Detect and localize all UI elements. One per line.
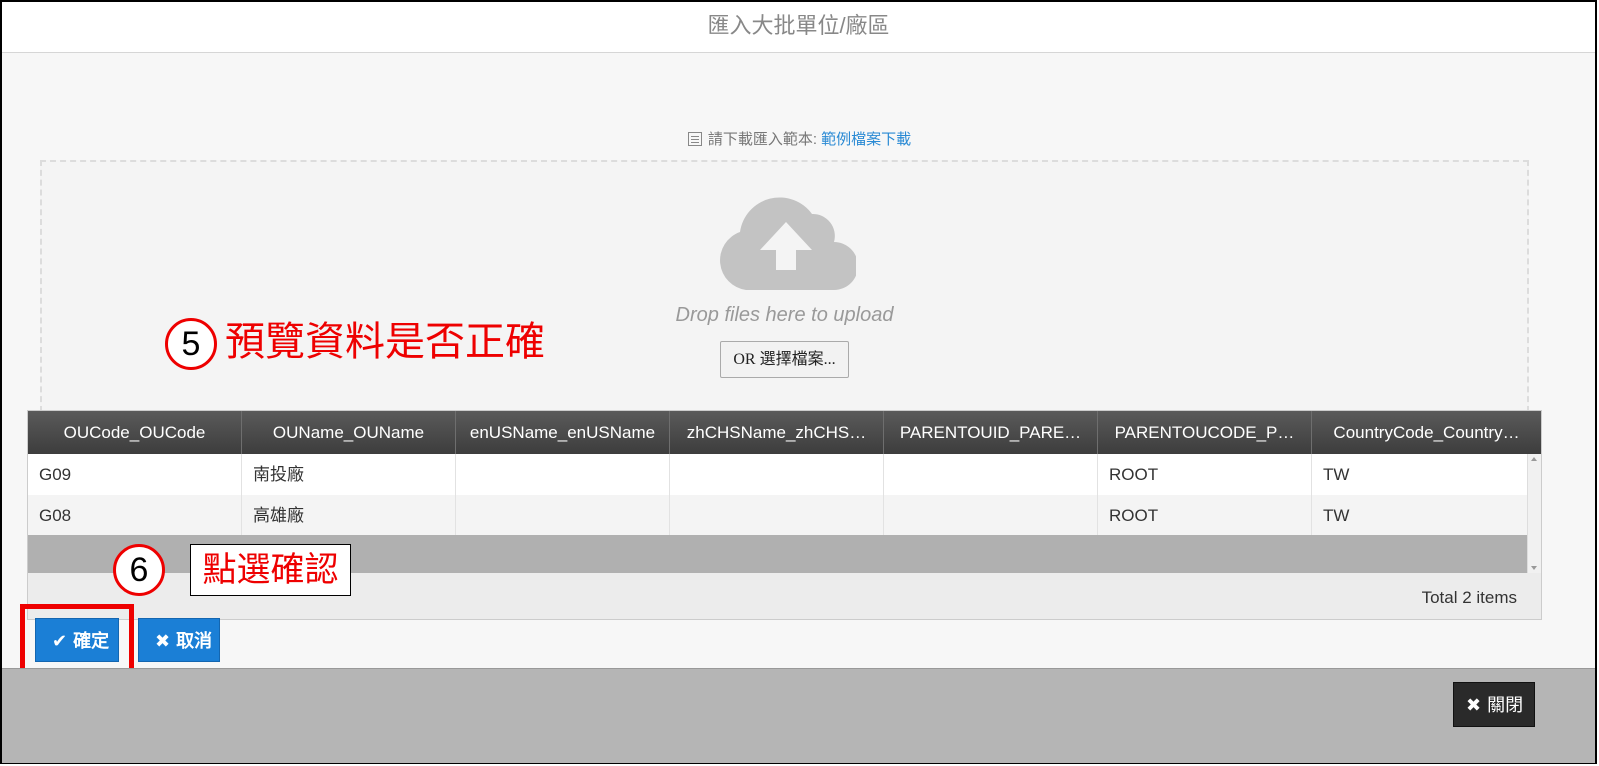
column-header-enusname[interactable]: enUSName_enUSName [456, 411, 670, 454]
scroll-up-icon[interactable] [1531, 457, 1537, 461]
annotation-step-5: 5 預覽資料是否正確 [165, 318, 545, 370]
cell-parentoucode: ROOT [1098, 454, 1312, 495]
column-header-oucode[interactable]: OUCode_OUCode [28, 411, 242, 454]
step-6-number: 6 [113, 544, 165, 596]
close-label: 關閉 [1487, 695, 1524, 715]
cell-parentouid [884, 454, 1098, 495]
template-download-link[interactable]: 範例檔案下載 [821, 131, 911, 148]
step-5-number: 5 [165, 318, 217, 370]
cell-parentoucode: ROOT [1098, 495, 1312, 536]
scroll-down-icon[interactable] [1531, 566, 1537, 570]
column-header-parentouid[interactable]: PARENTOUID_PARE… [884, 411, 1098, 454]
step-5-text: 預覽資料是否正確 [225, 320, 545, 364]
cell-enusname [456, 495, 670, 536]
cell-countrycode: TW [1323, 465, 1350, 484]
cell-zhchsname [670, 454, 884, 495]
table-row[interactable]: G08 高雄廠 ROOT TW [28, 495, 1527, 536]
column-header-ouname[interactable]: OUName_OUName [242, 411, 456, 454]
cancel-label: 取消 [176, 631, 213, 651]
cell-ouname: 南投廠 [242, 454, 456, 495]
cell-countrycode: TW [1323, 506, 1350, 525]
cell-oucode: G09 [28, 454, 242, 495]
cell-parentouid [884, 495, 1098, 536]
x-icon: ✖ [155, 631, 171, 651]
template-hint: 請下載匯入範本: 範例檔案下載 [0, 128, 1599, 149]
select-file-button[interactable]: OR 選擇檔案... [720, 341, 849, 378]
cell-zhchsname [670, 495, 884, 536]
step-6-text: 點選確認 [190, 544, 351, 596]
x-icon: ✖ [1466, 695, 1482, 715]
cell-ouname: 高雄廠 [242, 495, 456, 536]
grid-header: OUCode_OUCode OUName_OUName enUSName_enU… [28, 411, 1541, 454]
document-icon [687, 132, 702, 146]
cell-oucode: G08 [28, 495, 242, 536]
dialog-title: 匯入大批單位/廠區 [2, 2, 1595, 53]
template-hint-label: 請下載匯入範本: [707, 131, 818, 148]
table-row[interactable]: G09 南投廠 ROOT TW [28, 454, 1527, 495]
total-items: Total 2 items [1421, 588, 1517, 607]
cancel-button[interactable]: ✖ 取消 [138, 618, 220, 662]
cloud-upload-icon [720, 197, 856, 290]
grid-vertical-scrollbar[interactable] [1527, 454, 1541, 573]
dialog-footer-bar [2, 668, 1595, 763]
column-header-countrycode[interactable]: CountryCode_Country… [1312, 411, 1541, 454]
annotation-step-6: 6 點選確認 [113, 544, 351, 596]
close-button[interactable]: ✖ 關閉 [1453, 682, 1535, 727]
column-header-parentoucode[interactable]: PARENTOUCODE_P… [1098, 411, 1312, 454]
column-header-zhchsname[interactable]: zhCHSName_zhCHS… [670, 411, 884, 454]
cell-enusname [456, 454, 670, 495]
